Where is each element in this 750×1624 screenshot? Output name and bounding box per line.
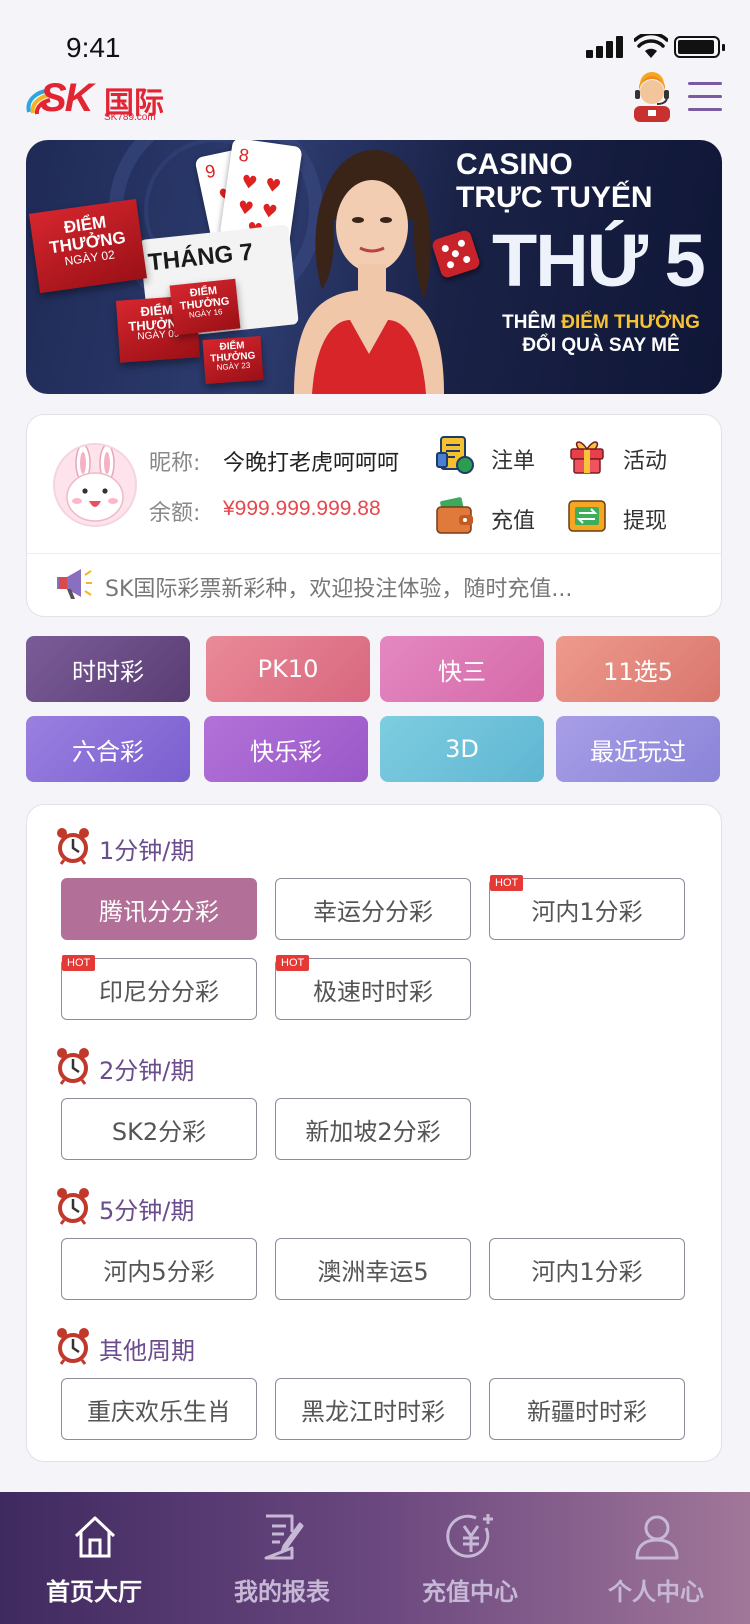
games-panel: 1分钟/期 腾讯分分彩 幸运分分彩 HOT 河内1分彩 HOT 印尼分分彩 HOT 极… [26, 804, 722, 1462]
category-pk10[interactable]: PK10 [206, 636, 370, 702]
alarm-clock-icon [57, 1188, 89, 1225]
battery-icon [674, 36, 725, 58]
game-button[interactable]: 河内1分彩 [489, 1238, 685, 1300]
notice-marquee[interactable]: SK国际彩票新彩种，欢迎投注体验，随时充值... [105, 571, 572, 603]
hot-badge: HOT [490, 875, 524, 892]
category-k3[interactable]: 快三 [380, 636, 544, 702]
game-button[interactable]: SK2分彩 [61, 1098, 257, 1160]
bottom-nav: 首页大厅 我的报表 充值中心 个人中心 [0, 1492, 750, 1624]
orders-icon [436, 436, 474, 474]
app-header: SK 国际 SK789.com [0, 72, 750, 134]
section-title: 2分钟/期 [99, 1057, 195, 1085]
game-button[interactable]: HOT 印尼分分彩 [61, 955, 257, 1020]
withdraw-icon [568, 500, 606, 532]
svg-text:8: 8 [238, 145, 251, 166]
report-icon [264, 1514, 304, 1560]
logo-text: SK [40, 76, 94, 120]
banner-subtitle: THÊM ĐIỂM THƯỞNG ĐỔI QUÀ SAY MÊ [502, 312, 700, 356]
customer-service-icon[interactable] [630, 72, 674, 122]
section-title: 5分钟/期 [99, 1197, 195, 1225]
megaphone-icon [57, 569, 92, 599]
banner-tile: ĐIỂM THƯỞNG NGÀY 23 [202, 336, 264, 384]
game-button[interactable]: 重庆欢乐生肖 [61, 1378, 257, 1440]
nav-recharge[interactable]: 充值中心 [376, 1492, 564, 1624]
status-bar: 9:41 [0, 0, 750, 72]
category-klc[interactable]: 快乐彩 [204, 716, 368, 782]
game-button[interactable]: 新加坡2分彩 [275, 1098, 471, 1160]
svg-text:9: 9 [203, 160, 217, 182]
nav-reports[interactable]: 我的报表 [188, 1492, 376, 1624]
orders-button[interactable]: 注单 [435, 435, 545, 479]
banner-tile: ĐIỂM THƯỞNG NGÀY 16 [169, 278, 241, 336]
balance-label: 余额: [149, 501, 201, 526]
nav-home[interactable]: 首页大厅 [0, 1492, 188, 1624]
gift-icon [570, 441, 604, 474]
game-button[interactable]: 新疆时时彩 [489, 1378, 685, 1440]
withdraw-label: 提现 [623, 509, 668, 534]
category-recent[interactable]: 最近玩过 [556, 716, 720, 782]
withdraw-button[interactable]: 提现 [567, 495, 687, 539]
user-icon [635, 1515, 679, 1560]
section-title: 其他周期 [99, 1337, 195, 1365]
hot-badge: HOT [276, 955, 310, 972]
game-button[interactable]: 幸运分分彩 [275, 878, 471, 940]
nav-profile-label: 个人中心 [608, 1578, 704, 1606]
menu-icon[interactable] [688, 80, 722, 114]
category-3d[interactable]: 3D [380, 716, 544, 782]
deposit-label: 充值 [491, 509, 536, 534]
svg-text:♥: ♥ [240, 171, 259, 194]
orders-label: 注单 [491, 449, 536, 474]
nav-recharge-label: 充值中心 [422, 1578, 518, 1606]
alarm-clock-icon [57, 1048, 89, 1085]
deposit-button[interactable]: 充值 [435, 495, 545, 539]
wallet-icon [436, 497, 473, 534]
yen-coin-icon [446, 1514, 493, 1558]
divider [27, 553, 721, 554]
banner-headline: THỨ 5 [492, 219, 706, 302]
promo-banner[interactable]: 9♥♥♥♥ 8♥♥♥♥♥ THÁNG 7 ĐIỂMTHƯỞNGNGÀY 02 Đ… [26, 140, 722, 394]
activity-button[interactable]: 活动 [567, 435, 687, 479]
nav-profile[interactable]: 个人中心 [562, 1492, 750, 1624]
game-button[interactable]: 澳洲幸运5 [275, 1238, 471, 1300]
svg-text:♥: ♥ [236, 197, 255, 220]
signal-icon [586, 36, 626, 58]
game-button[interactable]: 腾讯分分彩 [61, 878, 257, 940]
nickname-label: 昵称: [149, 451, 201, 476]
game-button[interactable]: 黑龙江时时彩 [275, 1378, 471, 1440]
category-11x5[interactable]: 11选5 [556, 636, 720, 702]
status-time: 9:41 [66, 32, 121, 63]
nickname-value: 今晚打老虎呵呵呵 [223, 451, 400, 476]
avatar[interactable] [53, 443, 137, 527]
banner-casino-text: CASINO TRỰC TUYẾN [456, 148, 653, 214]
brand-logo[interactable]: SK 国际 SK789.com [26, 76, 176, 126]
nav-reports-label: 我的报表 [234, 1578, 330, 1606]
category-ssc[interactable]: 时时彩 [26, 636, 190, 702]
game-button[interactable]: HOT 极速时时彩 [275, 955, 471, 1020]
wifi-icon [634, 34, 668, 58]
hot-badge: HOT [62, 955, 96, 972]
banner-tile: ĐIỂM THƯỞNG NGÀY 02 [28, 198, 148, 294]
logo-url: SK789.com [104, 112, 156, 123]
alarm-clock-icon [57, 1328, 89, 1365]
game-button[interactable]: HOT 河内1分彩 [489, 875, 685, 940]
nav-home-label: 首页大厅 [46, 1578, 142, 1606]
alarm-clock-icon [57, 828, 89, 865]
home-icon [74, 1516, 116, 1558]
balance-value: ¥999.999.999.88 [223, 497, 381, 520]
category-lhc[interactable]: 六合彩 [26, 716, 190, 782]
activity-label: 活动 [623, 449, 668, 474]
section-title: 1分钟/期 [99, 837, 195, 865]
game-button[interactable]: 河内5分彩 [61, 1238, 257, 1300]
user-info-card: 昵称: 今晚打老虎呵呵呵 余额: ¥999.999.999.88 注单 活动 充… [26, 414, 722, 617]
